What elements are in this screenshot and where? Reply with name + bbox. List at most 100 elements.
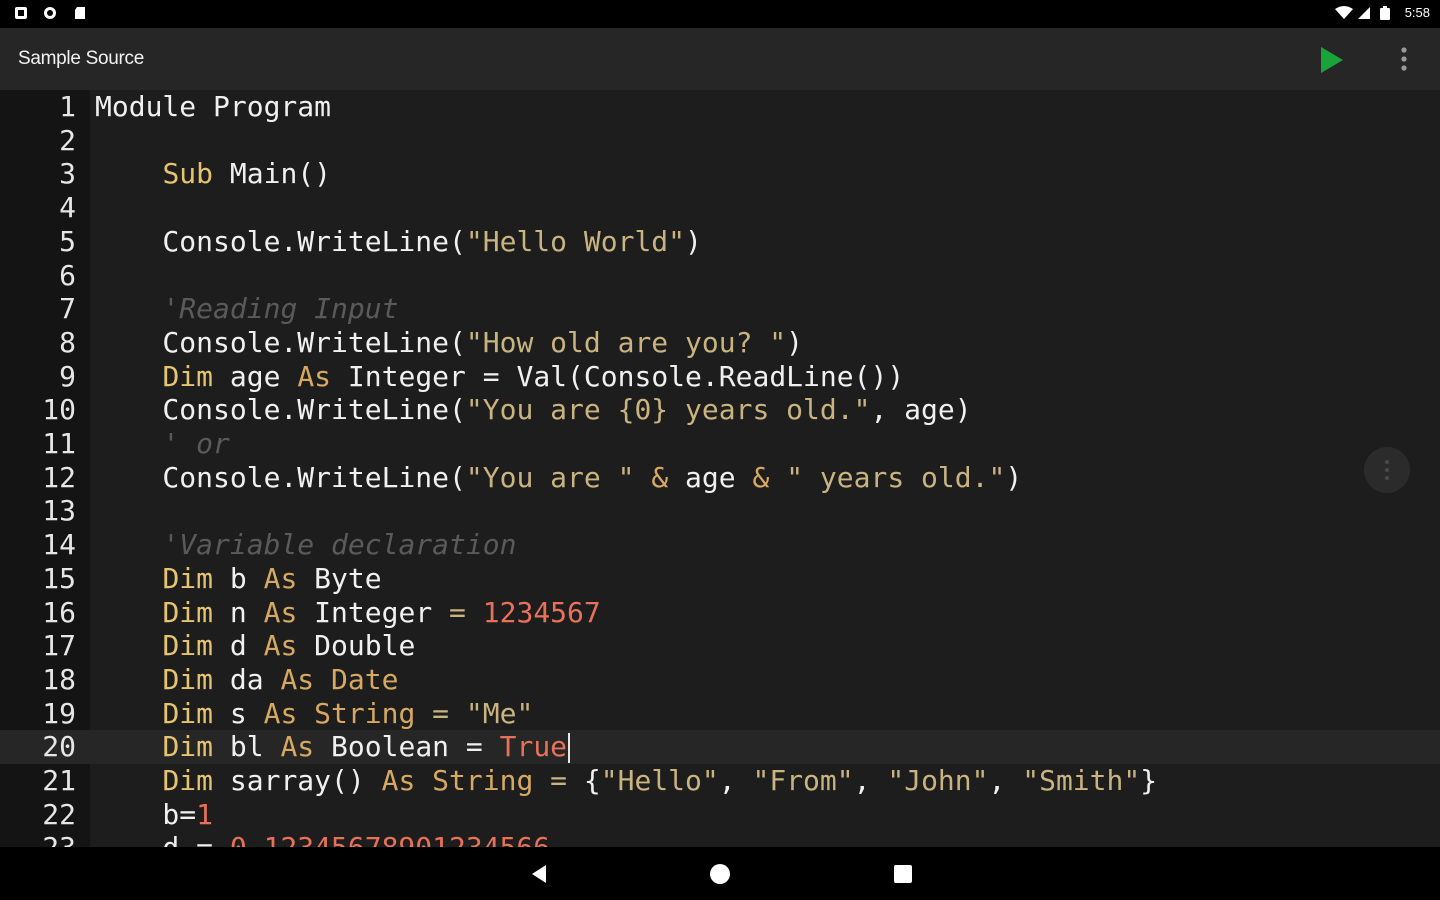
code-token: ,: [718, 764, 753, 797]
code-line[interactable]: 5 Console.WriteLine("Hello World"): [0, 225, 1440, 259]
more-vert-icon[interactable]: [1394, 42, 1414, 76]
code-line[interactable]: 22 b=1: [0, 798, 1440, 832]
code-line[interactable]: 4: [0, 191, 1440, 225]
code-line[interactable]: 23 d = 0.12345678901234566: [0, 831, 1440, 847]
code-token: As String: [381, 764, 534, 797]
home-icon[interactable]: [710, 864, 730, 884]
code-text: Console.WriteLine("Hello World"): [95, 225, 701, 259]
line-number: 21: [42, 764, 76, 797]
line-number: 23: [0, 831, 76, 847]
line-number: 7: [59, 292, 76, 326]
code-line[interactable]: 14 'Variable declaration: [0, 528, 1440, 562]
code-token: As String: [263, 696, 416, 730]
code-text: Module Program: [95, 90, 331, 124]
play-icon[interactable]: [1314, 44, 1348, 76]
code-line[interactable]: 13: [0, 494, 1440, 528]
code-token: 1234567: [482, 595, 601, 629]
code-line[interactable]: 15 Dim b As Byte: [0, 562, 1440, 596]
code-line[interactable]: 16 Dim n As Integer = 1234567: [0, 596, 1440, 630]
code-token: ): [786, 325, 804, 359]
code-token: Dim: [162, 662, 214, 696]
code-text: Console.WriteLine("You are {0} years old…: [95, 393, 971, 427]
code-token: As: [280, 730, 315, 764]
code-token: "You are {0} years old.": [465, 393, 871, 427]
line-number: 11: [42, 427, 76, 460]
code-token: As: [263, 561, 298, 595]
code-line[interactable]: 8 Console.WriteLine("How old are you? "): [0, 326, 1440, 360]
code-token: As Date: [280, 662, 399, 696]
line-number: 1: [59, 90, 76, 123]
code-line[interactable]: 10 Console.WriteLine("You are {0} years …: [0, 393, 1440, 427]
code-token: " years old.": [786, 460, 1006, 494]
code-token: Dim: [162, 730, 214, 764]
line-number: 15: [42, 561, 76, 595]
code-token: ,: [853, 764, 888, 797]
clock: 5:58: [1404, 5, 1430, 20]
code-text: ' or: [95, 427, 229, 461]
code-token: d: [213, 629, 264, 663]
code-text: Dim b As Byte: [95, 561, 381, 596]
code-editor[interactable]: 1 Module Program 2 3 Sub Main() 4 5 Console.W…: [0, 90, 1440, 847]
code-line[interactable]: 1 Module Program: [0, 90, 1440, 124]
code-token: 1: [196, 797, 214, 831]
line-number: 22: [42, 797, 76, 831]
code-line[interactable]: 12 Console.WriteLine("You are " & age & …: [0, 461, 1440, 495]
line-number: 2: [59, 123, 76, 157]
line-number: 4: [59, 191, 76, 225]
code-token: Console.WriteLine(: [95, 460, 466, 494]
code-token: As: [263, 595, 298, 629]
settings-icon: [44, 7, 56, 19]
line-number: 12: [42, 460, 76, 494]
code-line[interactable]: 21 Dim sarray() As String = {"Hello", "F…: [0, 764, 1440, 798]
code-token: Dim: [162, 359, 214, 393]
code-token: Dim: [162, 764, 214, 797]
code-token: }: [1140, 764, 1158, 797]
code-line[interactable]: 17 Dim d As Double: [0, 629, 1440, 663]
code-token: =: [550, 764, 568, 797]
code-token: "Smith": [1022, 764, 1141, 797]
code-line[interactable]: 9 Dim age As Integer = Val(Console.ReadL…: [0, 360, 1440, 394]
battery-icon: [1380, 6, 1390, 20]
code-text: Dim n As Integer = 1234567: [95, 595, 601, 630]
code-line[interactable]: 6: [0, 259, 1440, 293]
code-line[interactable]: 18 Dim da As Date: [0, 663, 1440, 697]
code-text: d = 0.12345678901234566: [95, 831, 550, 847]
code-token: age: [213, 359, 298, 393]
floating-more-button[interactable]: [1364, 447, 1410, 493]
recents-icon[interactable]: [894, 865, 912, 883]
code-token: bl: [213, 730, 281, 764]
wifi-icon: [1335, 6, 1353, 19]
code-token: Dim: [162, 696, 214, 730]
code-token: Integer: [297, 595, 450, 629]
back-icon[interactable]: [528, 863, 550, 885]
code-line[interactable]: 20 Dim bl As Boolean = True: [0, 730, 1440, 765]
code-token: {: [567, 764, 601, 797]
code-text: Dim da As Date: [95, 663, 398, 697]
code-text: Dim d As Double: [95, 629, 415, 663]
code-token: age: [668, 460, 753, 494]
code-line[interactable]: 3 Sub Main(): [0, 157, 1440, 191]
line-number: 10: [42, 393, 76, 427]
code-token: 0.12345678901234566: [230, 831, 550, 847]
code-token: da: [213, 662, 281, 696]
code-line[interactable]: 19 Dim s As String = "Me": [0, 697, 1440, 731]
code-token: ): [1005, 460, 1023, 494]
code-line[interactable]: 7 'Reading Input: [0, 292, 1440, 326]
code-text: Console.WriteLine("How old are you? "): [95, 326, 803, 360]
code-line[interactable]: 11 ' or: [0, 427, 1440, 461]
code-token: "From": [752, 764, 854, 797]
code-token: &: [651, 460, 669, 494]
code-text: Sub Main(): [95, 157, 331, 191]
code-text: 'Variable declaration: [95, 528, 516, 562]
code-line[interactable]: 2: [0, 124, 1440, 158]
code-token: As: [297, 359, 332, 393]
